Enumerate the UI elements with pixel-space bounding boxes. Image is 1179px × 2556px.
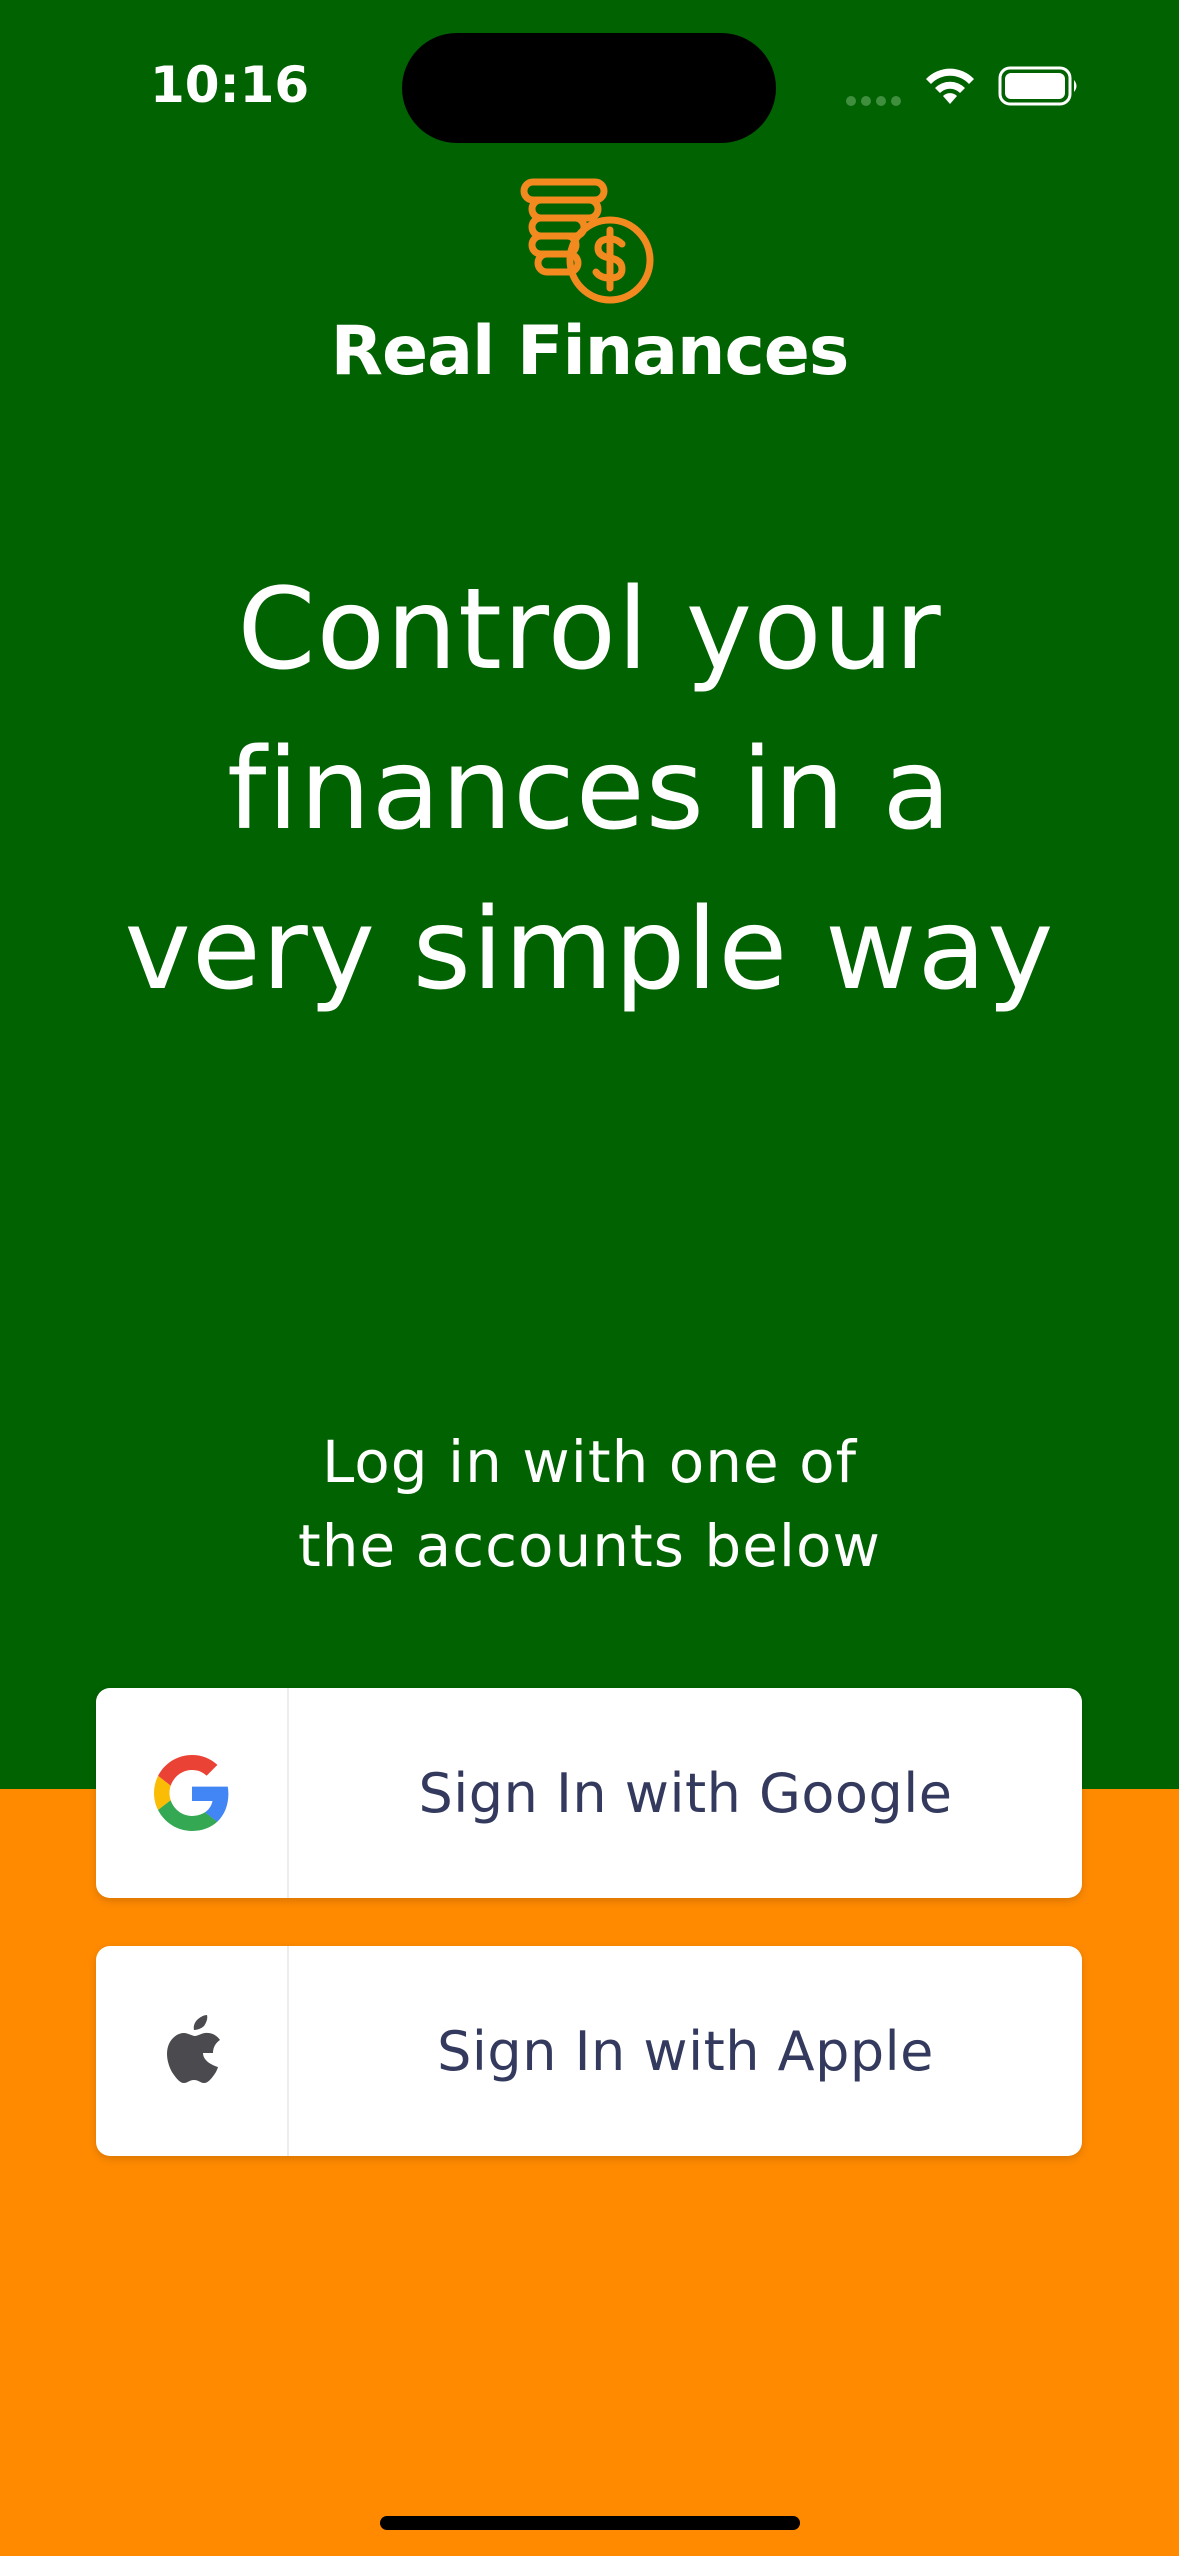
apple-signin-button[interactable]: Sign In with Apple bbox=[96, 1946, 1082, 2156]
coins-dollar-icon bbox=[520, 178, 654, 304]
wifi-icon bbox=[926, 68, 974, 104]
headline-line: finances in a bbox=[227, 725, 952, 855]
headline-line: Control your bbox=[237, 565, 942, 695]
subtitle-line: the accounts below bbox=[298, 1512, 881, 1580]
cellular-signal-icon bbox=[846, 96, 901, 106]
google-signin-button[interactable]: Sign In with Google bbox=[96, 1688, 1082, 1898]
apple-signin-label: Sign In with Apple bbox=[437, 2019, 934, 2083]
home-indicator[interactable] bbox=[380, 2516, 800, 2530]
dynamic-island bbox=[402, 33, 776, 143]
bottom-background bbox=[0, 1789, 1179, 2556]
status-bar-time: 10:16 bbox=[150, 56, 310, 114]
google-icon-cell bbox=[96, 1688, 289, 1898]
headline-line: very simple way bbox=[124, 885, 1055, 1015]
google-icon bbox=[153, 1755, 228, 1831]
subtitle-line: Log in with one of bbox=[321, 1428, 858, 1496]
apple-icon bbox=[166, 2015, 220, 2083]
login-subtitle: Log in with one of the accounts below bbox=[200, 1420, 979, 1588]
google-signin-label: Sign In with Google bbox=[418, 1761, 953, 1825]
battery-icon bbox=[998, 66, 1077, 106]
apple-icon-cell bbox=[96, 1946, 289, 2156]
hero-headline: Control your finances in a very simple w… bbox=[60, 550, 1119, 1030]
app-name: Real Finances bbox=[330, 312, 850, 391]
